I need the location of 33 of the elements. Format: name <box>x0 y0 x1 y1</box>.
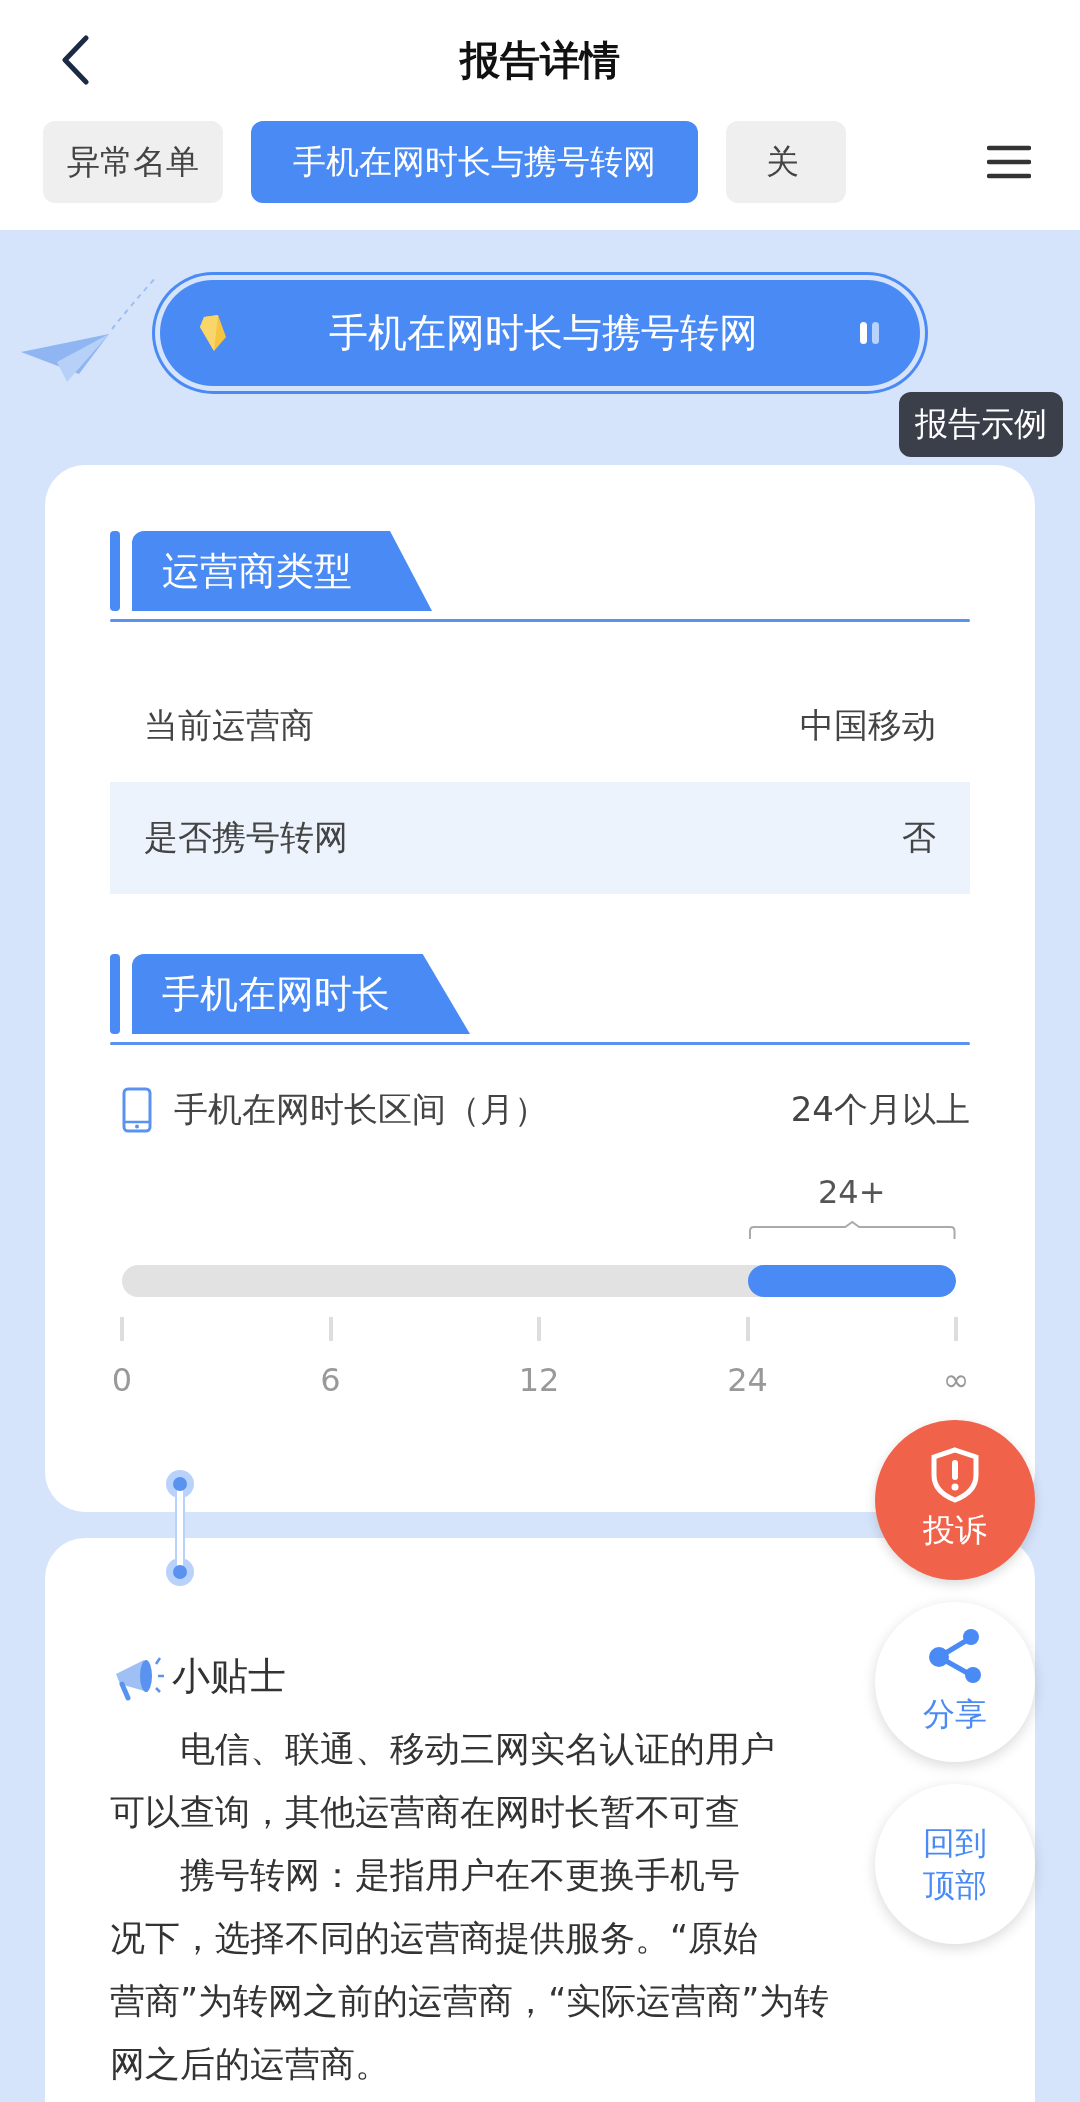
menu-icon[interactable] <box>987 145 1031 179</box>
row-value: 否 <box>902 816 936 859</box>
bracket-icon <box>747 1221 956 1241</box>
tick-label: 24 <box>727 1361 768 1399</box>
range-marker: 24+ <box>817 1173 887 1211</box>
category-tab[interactable]: 异常名单 <box>43 121 223 203</box>
tick-label: 12 <box>518 1361 560 1399</box>
shield-alert-icon <box>930 1447 980 1503</box>
category-tab[interactable]: 手机在网时长与携号转网 <box>251 121 698 203</box>
banner-title: 手机在网时长与携号转网 <box>327 309 759 357</box>
section-title: 手机在网时长 <box>132 954 470 1034</box>
tips-title: 小贴士 <box>172 1652 286 1700</box>
example-badge[interactable]: 报告示例 <box>899 392 1063 457</box>
tips-text-line: 电信、联通、移动三网实名认证的用户 <box>180 1729 775 1769</box>
tips-text-line: 网之后的运营商。 <box>110 2044 390 2084</box>
tips-text-line: 营商”为转网之前的运营商，“实际运营商”为转 <box>110 1981 830 2021</box>
row-value: 中国移动 <box>800 704 936 747</box>
phone-icon <box>122 1087 152 1133</box>
back-icon[interactable] <box>60 35 90 85</box>
tick-label: ∞ <box>942 1361 970 1399</box>
range-value: 24个月以上 <box>790 1088 970 1131</box>
row-label: 当前运营商 <box>144 704 314 747</box>
tick-label: 0 <box>111 1361 133 1399</box>
page-title: 报告详情 <box>460 35 620 85</box>
range-label: 手机在网时长区间（月） <box>174 1088 549 1131</box>
section-title: 运营商类型 <box>132 531 432 611</box>
row-label: 是否携号转网 <box>144 816 348 859</box>
tips-text-line: 况下，选择不同的运营商提供服务。“原始 <box>110 1918 759 1958</box>
tips-text-line: 可以查询，其他运营商在网时长暂不可查 <box>110 1792 740 1832</box>
gem-icon <box>198 313 228 353</box>
category-tab[interactable]: 关 <box>726 121 846 203</box>
tick-label: 6 <box>320 1361 341 1399</box>
tips-text-line: 携号转网：是指用户在不更换手机号 <box>180 1855 740 1895</box>
